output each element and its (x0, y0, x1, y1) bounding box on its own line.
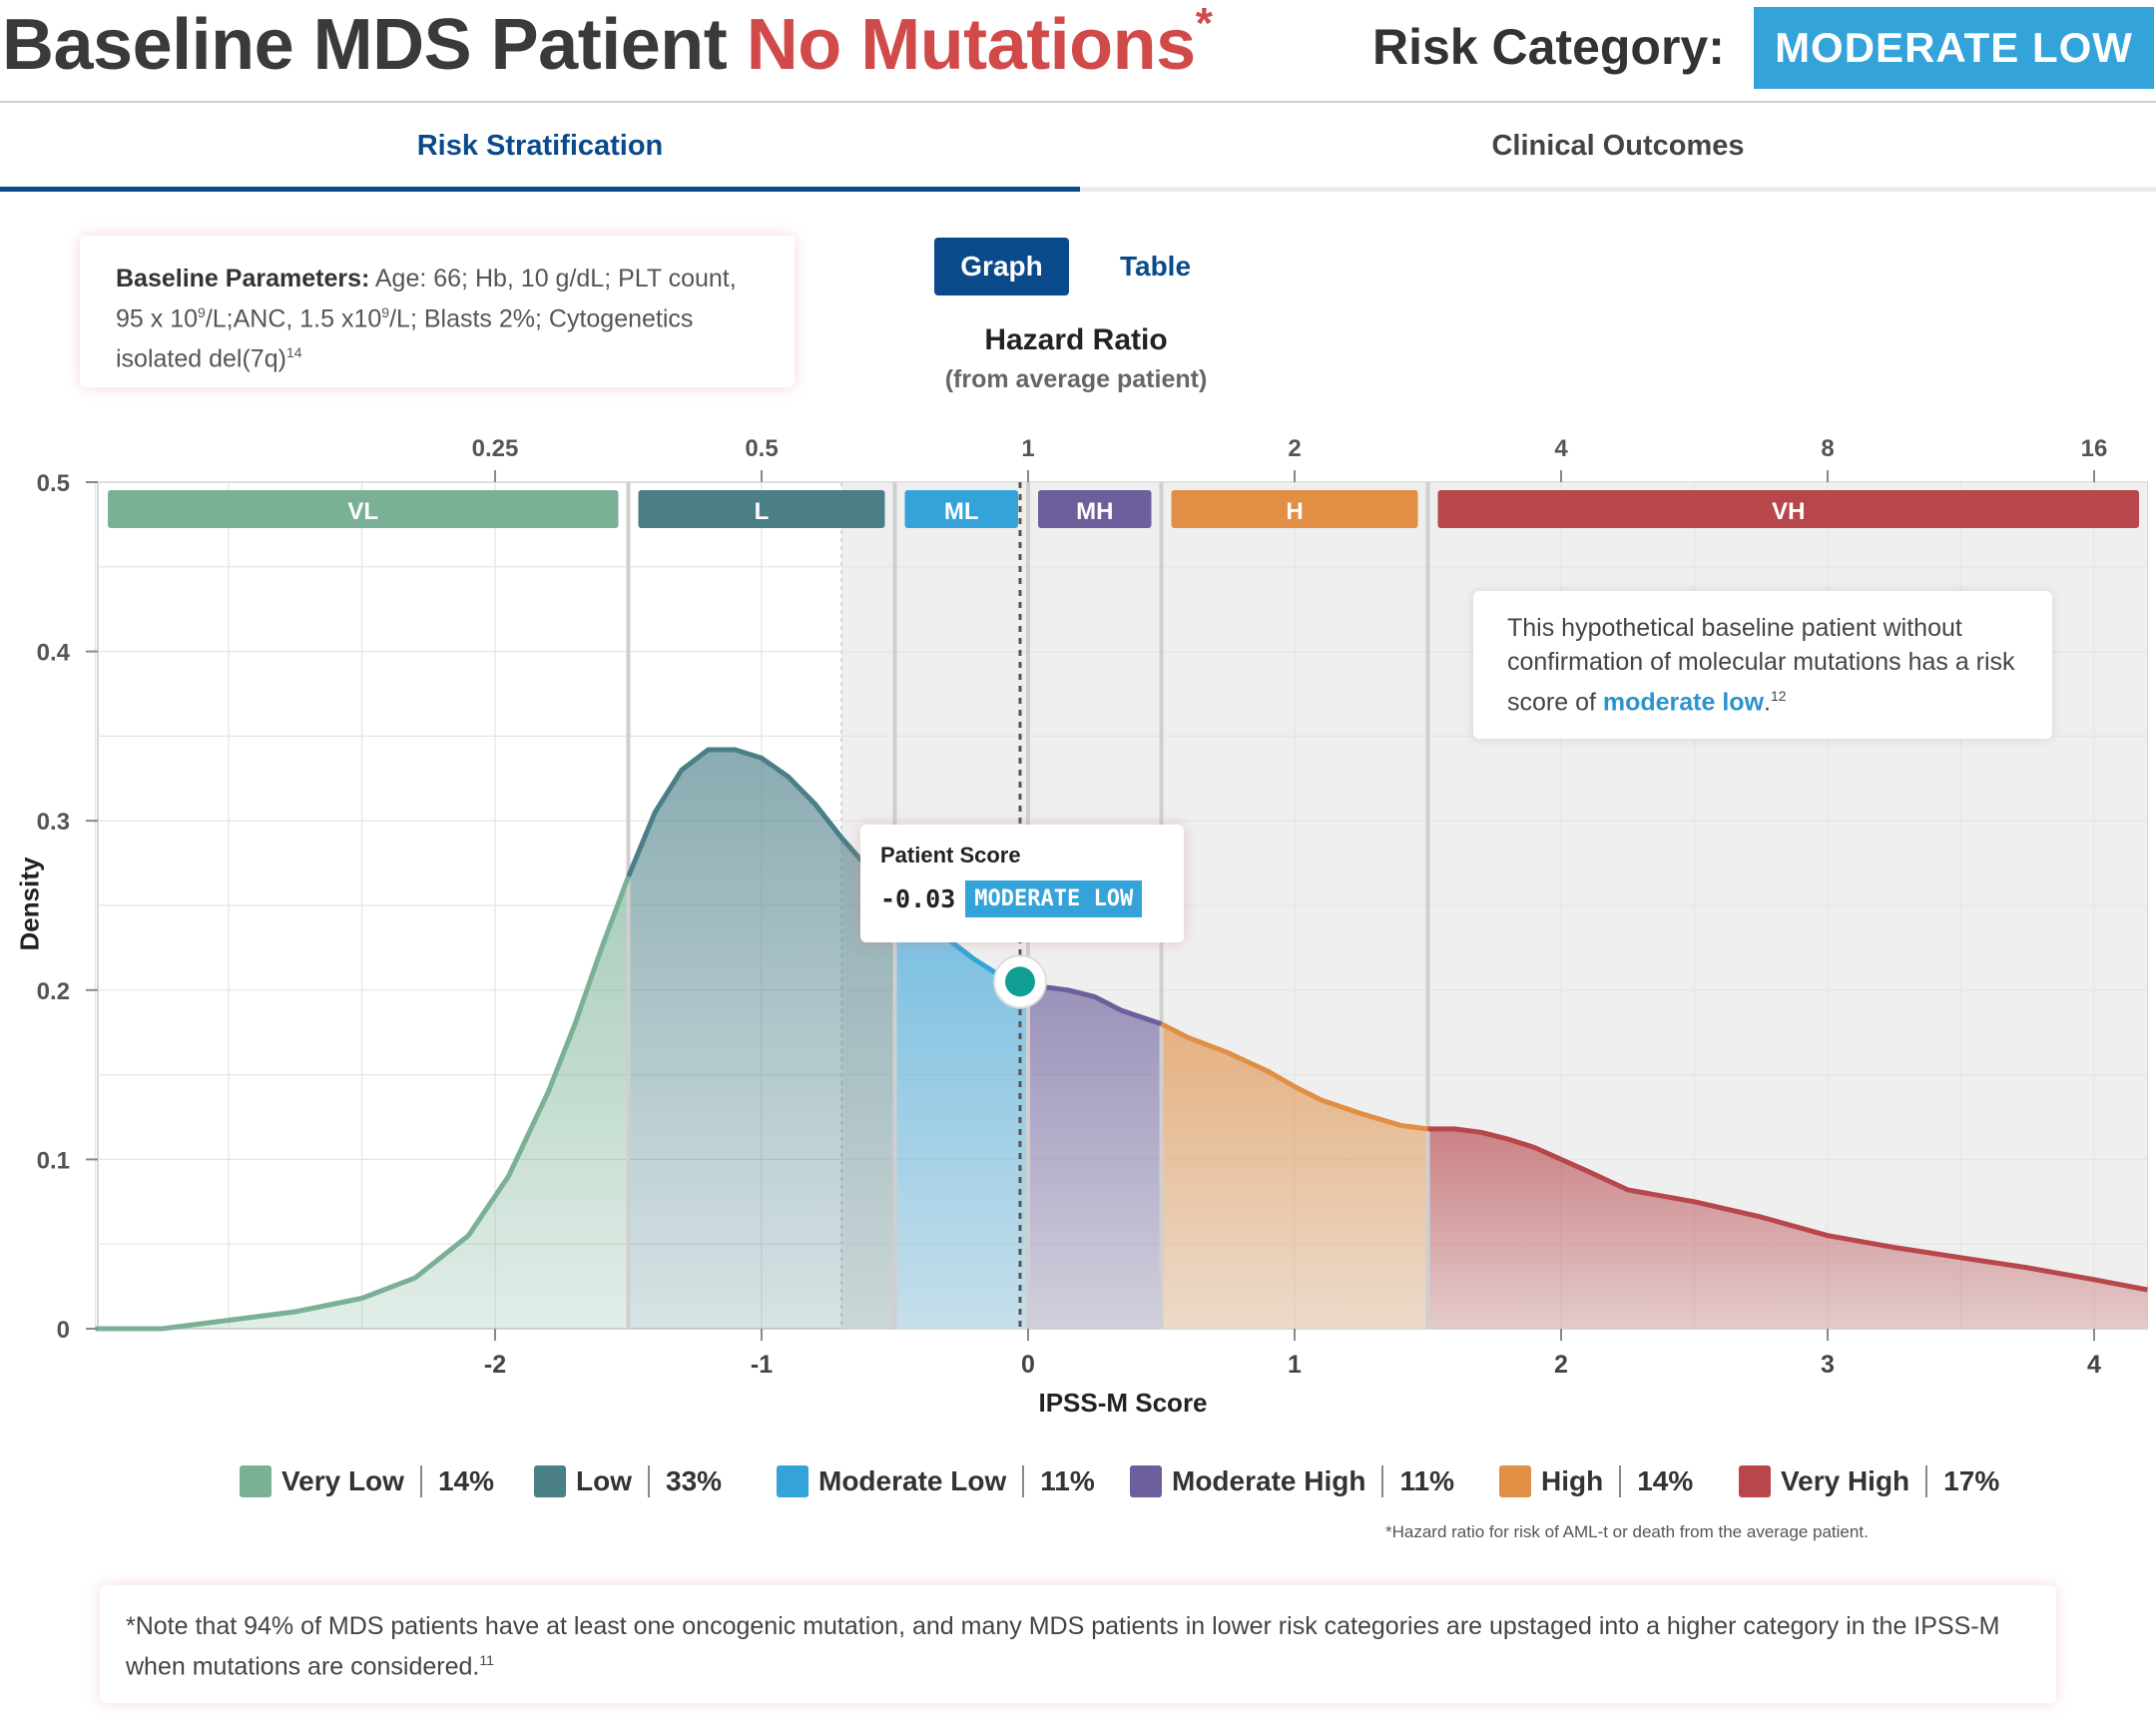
legend-item-moderate-high: Moderate High 11% (1130, 1465, 1454, 1497)
tab-clinical-outcomes[interactable]: Clinical Outcomes (1080, 105, 2156, 192)
legend-swatch (777, 1465, 808, 1497)
x-tick-label: 3 (1821, 1351, 1835, 1379)
hazard-ratio-title: Hazard Ratio (984, 323, 1168, 356)
legend-item-very-low: Very Low 14% (240, 1465, 494, 1497)
top-tick-label: 16 (2081, 435, 2108, 462)
x-tick-label: -1 (751, 1351, 773, 1379)
y-axis-title: Density (14, 857, 45, 951)
x-tick-label: 0 (1021, 1351, 1035, 1379)
hazard-footnote: *Hazard ratio for risk of AML-t or death… (1385, 1522, 1869, 1541)
legend-item-moderate-low: Moderate Low 11% (777, 1465, 1095, 1497)
tab-risk-stratification[interactable]: Risk Stratification (0, 105, 1080, 192)
title-highlight: No Mutations (746, 5, 1196, 85)
legend-swatch (1499, 1465, 1531, 1497)
y-tick-label: 0.3 (37, 809, 70, 836)
top-tick-label: 0.25 (472, 435, 519, 462)
category-label-h: H (1286, 498, 1303, 525)
page-title: Baseline MDS Patient No Mutations* (2, 0, 1213, 85)
risk-category-label: Risk Category: (1372, 19, 1725, 75)
patient-score-tooltip: Patient Score -0.03 MODERATE LOW (860, 825, 1184, 942)
x-tick-label: 2 (1554, 1351, 1568, 1379)
graph-view-button[interactable]: Graph (934, 238, 1069, 295)
y-tick-label: 0.1 (37, 1147, 70, 1174)
y-tick-label: 0.4 (37, 640, 71, 667)
y-tick-label: 0.2 (37, 978, 70, 1005)
legend-swatch (534, 1465, 566, 1497)
annotation-emphasis: moderate low (1602, 688, 1765, 717)
legend-swatch (1130, 1465, 1162, 1497)
baseline-parameters-card: Baseline Parameters: Age: 66; Hb, 10 g/d… (80, 236, 795, 387)
y-tick-label: 0 (57, 1317, 70, 1344)
header: Baseline MDS Patient No Mutations* Risk … (0, 0, 2156, 103)
hazard-ratio-subtitle: (from average patient) (944, 365, 1208, 393)
patient-marker (1004, 966, 1035, 997)
category-label-mh: MH (1076, 498, 1113, 525)
category-label-ml: ML (944, 498, 979, 525)
top-tick-label: 2 (1288, 435, 1301, 462)
patient-score-category: MODERATE LOW (965, 880, 1143, 917)
top-tick-label: 1 (1021, 435, 1034, 462)
category-label-vh: VH (1772, 498, 1805, 525)
category-label-vl: VL (347, 498, 378, 525)
top-tick-label: 8 (1821, 435, 1834, 462)
x-tick-label: 1 (1288, 1351, 1302, 1379)
patient-score-value: -0.03 (880, 884, 956, 913)
baseline-label: Baseline Parameters: (116, 265, 370, 292)
legend-item-very-high: Very High 17% (1739, 1465, 1999, 1497)
x-tick-label: -2 (484, 1351, 506, 1379)
title-asterisk: * (1195, 0, 1213, 48)
legend-swatch (1739, 1465, 1771, 1497)
category-label-l: L (755, 498, 770, 525)
top-tick-label: 0.5 (745, 435, 778, 462)
legend-item-low: Low 33% (534, 1465, 722, 1497)
legend: Very Low 14% Low 33% Moderate Low 11% Moder… (230, 1465, 2006, 1515)
legend-swatch (240, 1465, 271, 1497)
x-axis-title: IPSS-M Score (1038, 1388, 1208, 1418)
area-mh (1028, 985, 1162, 1329)
mutation-note-card: *Note that 94% of MDS patients have at l… (100, 1585, 2056, 1703)
top-tick-label: 4 (1554, 435, 1568, 462)
annotation-card: This hypothetical baseline patient witho… (1473, 591, 2052, 739)
legend-item-high: High 14% (1499, 1465, 1693, 1497)
x-tick-label: 4 (2087, 1351, 2101, 1379)
patient-score-title: Patient Score (880, 843, 1021, 868)
risk-category-badge: MODERATE LOW (1754, 7, 2154, 89)
table-view-button[interactable]: Table (1088, 238, 1223, 295)
y-tick-label: 0.5 (37, 470, 70, 497)
